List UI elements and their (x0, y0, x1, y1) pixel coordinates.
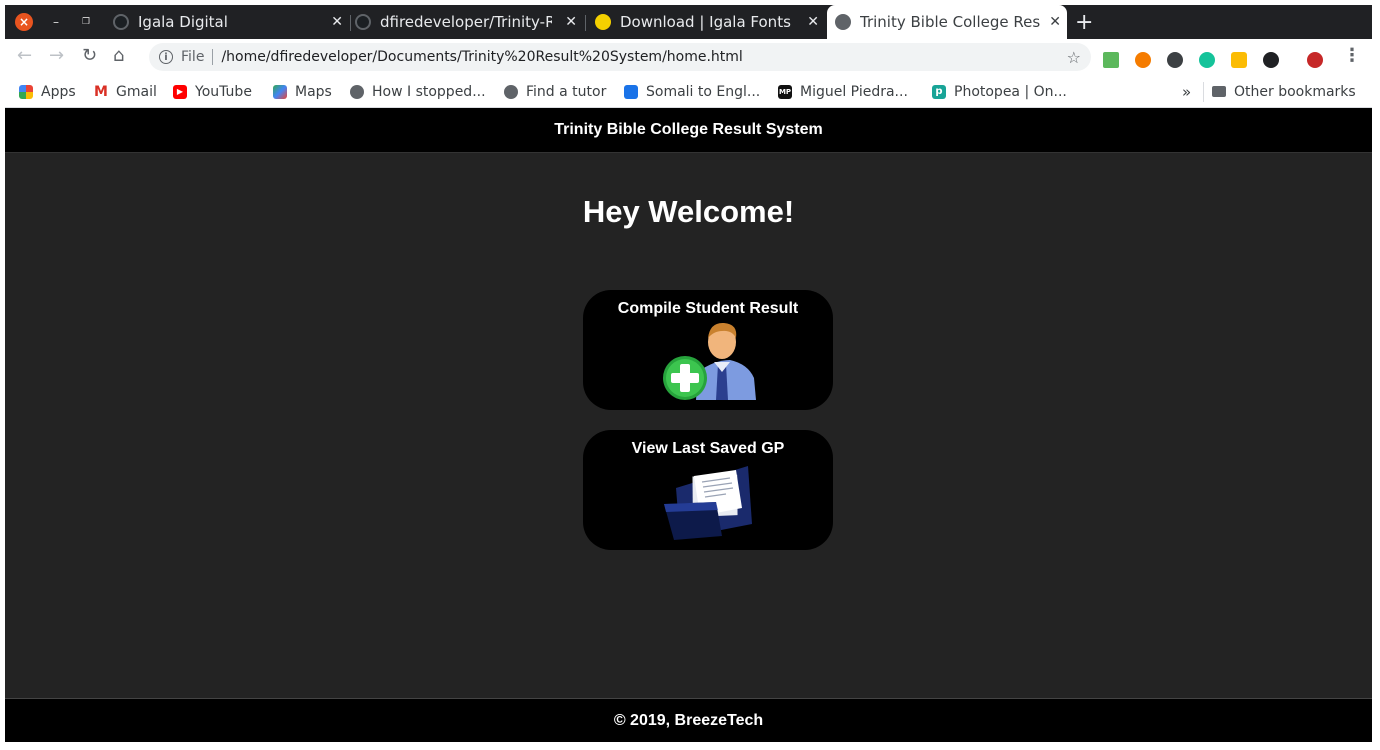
globe-icon (504, 84, 518, 99)
page-header: Trinity Bible College Result System (5, 108, 1372, 153)
compile-student-result-button[interactable]: Compile Student Result (583, 290, 833, 410)
download-icon[interactable] (1167, 52, 1183, 68)
bookmark-miguel-piedra[interactable]: MP Miguel Piedra... (778, 75, 908, 108)
youtube-icon: ▶ (173, 84, 187, 99)
bookmark-label: How I stopped... (372, 83, 486, 100)
github-icon (355, 14, 371, 30)
other-bookmarks-button[interactable]: Other bookmarks (1212, 75, 1356, 108)
bookmark-label: YouTube (195, 83, 252, 100)
address-scheme: File (181, 49, 205, 65)
translator-icon (624, 84, 638, 99)
bookmark-label: Miguel Piedra... (800, 83, 908, 100)
home-icon[interactable]: ⌂ (113, 45, 124, 66)
forward-arrow-icon[interactable]: → (49, 45, 64, 66)
other-bookmarks-label: Other bookmarks (1234, 83, 1356, 100)
menu-kebab-icon[interactable]: ⋮ (1343, 45, 1361, 66)
bookmark-label: Maps (295, 83, 332, 100)
gnome-extension-icon[interactable] (1263, 52, 1279, 68)
thumbs-up-extension-icon[interactable] (1231, 52, 1247, 68)
back-arrow-icon[interactable]: ← (17, 45, 32, 66)
globe-icon (350, 84, 364, 99)
bookmark-label: Find a tutor (526, 83, 607, 100)
gmail-icon: M (94, 83, 108, 100)
bookmark-find-a-tutor[interactable]: Find a tutor (504, 75, 606, 108)
bookmark-gmail[interactable]: M Gmail (94, 75, 157, 108)
page-content: Trinity Bible College Result System Hey … (5, 108, 1372, 742)
bookmark-label: Photopea | On... (954, 83, 1067, 100)
bookmark-how-i-stopped[interactable]: How I stopped... (350, 75, 486, 108)
bookmark-apps[interactable]: Apps (19, 75, 76, 108)
copyright-text: © 2019, BreezeTech (613, 711, 764, 729)
tab-trinity-result[interactable]: Trinity Bible College Resul ✕ (827, 5, 1067, 39)
profile-avatar[interactable] (1307, 52, 1323, 68)
download-extension-icon[interactable] (1103, 52, 1119, 68)
grammarly-icon[interactable] (1199, 52, 1215, 68)
tab-separator (350, 15, 351, 31)
card-label: View Last Saved GP (631, 440, 785, 457)
window-close-button[interactable]: × (15, 13, 33, 31)
view-last-saved-gp-button[interactable]: View Last Saved GP (583, 430, 833, 550)
tab-separator (585, 15, 586, 31)
card-label: Compile Student Result (617, 300, 799, 317)
bookmarks-separator (1203, 82, 1204, 102)
bookmark-label: Somali to Engl... (646, 83, 761, 100)
folder-icon (1212, 86, 1226, 97)
tab-dfiredeveloper[interactable]: dfiredeveloper/Trinity-Re ✕ (355, 5, 583, 39)
browser-toolbar: ← → ↻ ⌂ i File /home/dfiredeveloper/Docu… (5, 39, 1372, 75)
tab-igala-fonts[interactable]: Download | Igala Fonts ✕ (595, 5, 825, 39)
address-bar[interactable]: i File /home/dfiredeveloper/Documents/Tr… (149, 43, 1091, 71)
tab-close-icon[interactable]: ✕ (331, 14, 343, 30)
bookmark-somali-to-english[interactable]: Somali to Engl... (624, 75, 760, 108)
tab-close-icon[interactable]: ✕ (1049, 14, 1061, 30)
apps-grid-icon (19, 84, 33, 99)
new-tab-button[interactable]: + (1075, 10, 1093, 35)
bookmark-youtube[interactable]: ▶ YouTube (173, 75, 252, 108)
page-footer: © 2019, BreezeTech (5, 698, 1372, 742)
tab-title: Trinity Bible College Resul (860, 13, 1040, 31)
address-separator (212, 49, 214, 65)
tab-close-icon[interactable]: ✕ (565, 14, 577, 30)
tab-strip: × – ❐ Igala Digital ✕ dfiredeveloper/Tri… (5, 5, 1372, 39)
address-url[interactable]: /home/dfiredeveloper/Documents/Trinity%2… (221, 49, 742, 65)
maps-icon (273, 84, 287, 99)
bookmarks-overflow-button[interactable]: » (1182, 75, 1191, 108)
bookmark-label: Gmail (116, 83, 157, 100)
site-title: Trinity Bible College Result System (554, 121, 823, 138)
welcome-heading: Hey Welcome! (582, 194, 795, 229)
bookmark-star-icon[interactable]: ☆ (1067, 48, 1081, 67)
github-icon (113, 14, 129, 30)
tab-igala-digital[interactable]: Igala Digital ✕ (113, 5, 349, 39)
bookmark-label: Apps (41, 83, 76, 100)
tab-title: Igala Digital (138, 13, 228, 31)
tab-close-icon[interactable]: ✕ (807, 14, 819, 30)
tab-title: Download | Igala Fonts (620, 13, 791, 31)
reload-icon[interactable]: ↻ (82, 45, 97, 66)
browser-window: × – ❐ Igala Digital ✕ dfiredeveloper/Tri… (5, 5, 1372, 742)
window-maximize-button[interactable]: ❐ (77, 13, 95, 31)
bookmark-photopea[interactable]: p Photopea | On... (932, 75, 1067, 108)
photopea-icon: p (932, 84, 946, 99)
add-user-icon (663, 322, 756, 400)
mp-icon: MP (778, 84, 792, 99)
info-icon[interactable]: i (159, 50, 173, 64)
bookmark-maps[interactable]: Maps (273, 75, 332, 108)
tab-title: dfiredeveloper/Trinity-Re (380, 13, 552, 31)
bookmarks-bar: Apps M Gmail ▶ YouTube Maps How I stoppe… (5, 75, 1372, 108)
folder-document-icon (664, 466, 752, 540)
globe-icon (835, 14, 851, 30)
orange-extension-icon[interactable] (1135, 52, 1151, 68)
igala-fonts-icon (595, 14, 611, 30)
window-minimize-button[interactable]: – (47, 13, 65, 31)
